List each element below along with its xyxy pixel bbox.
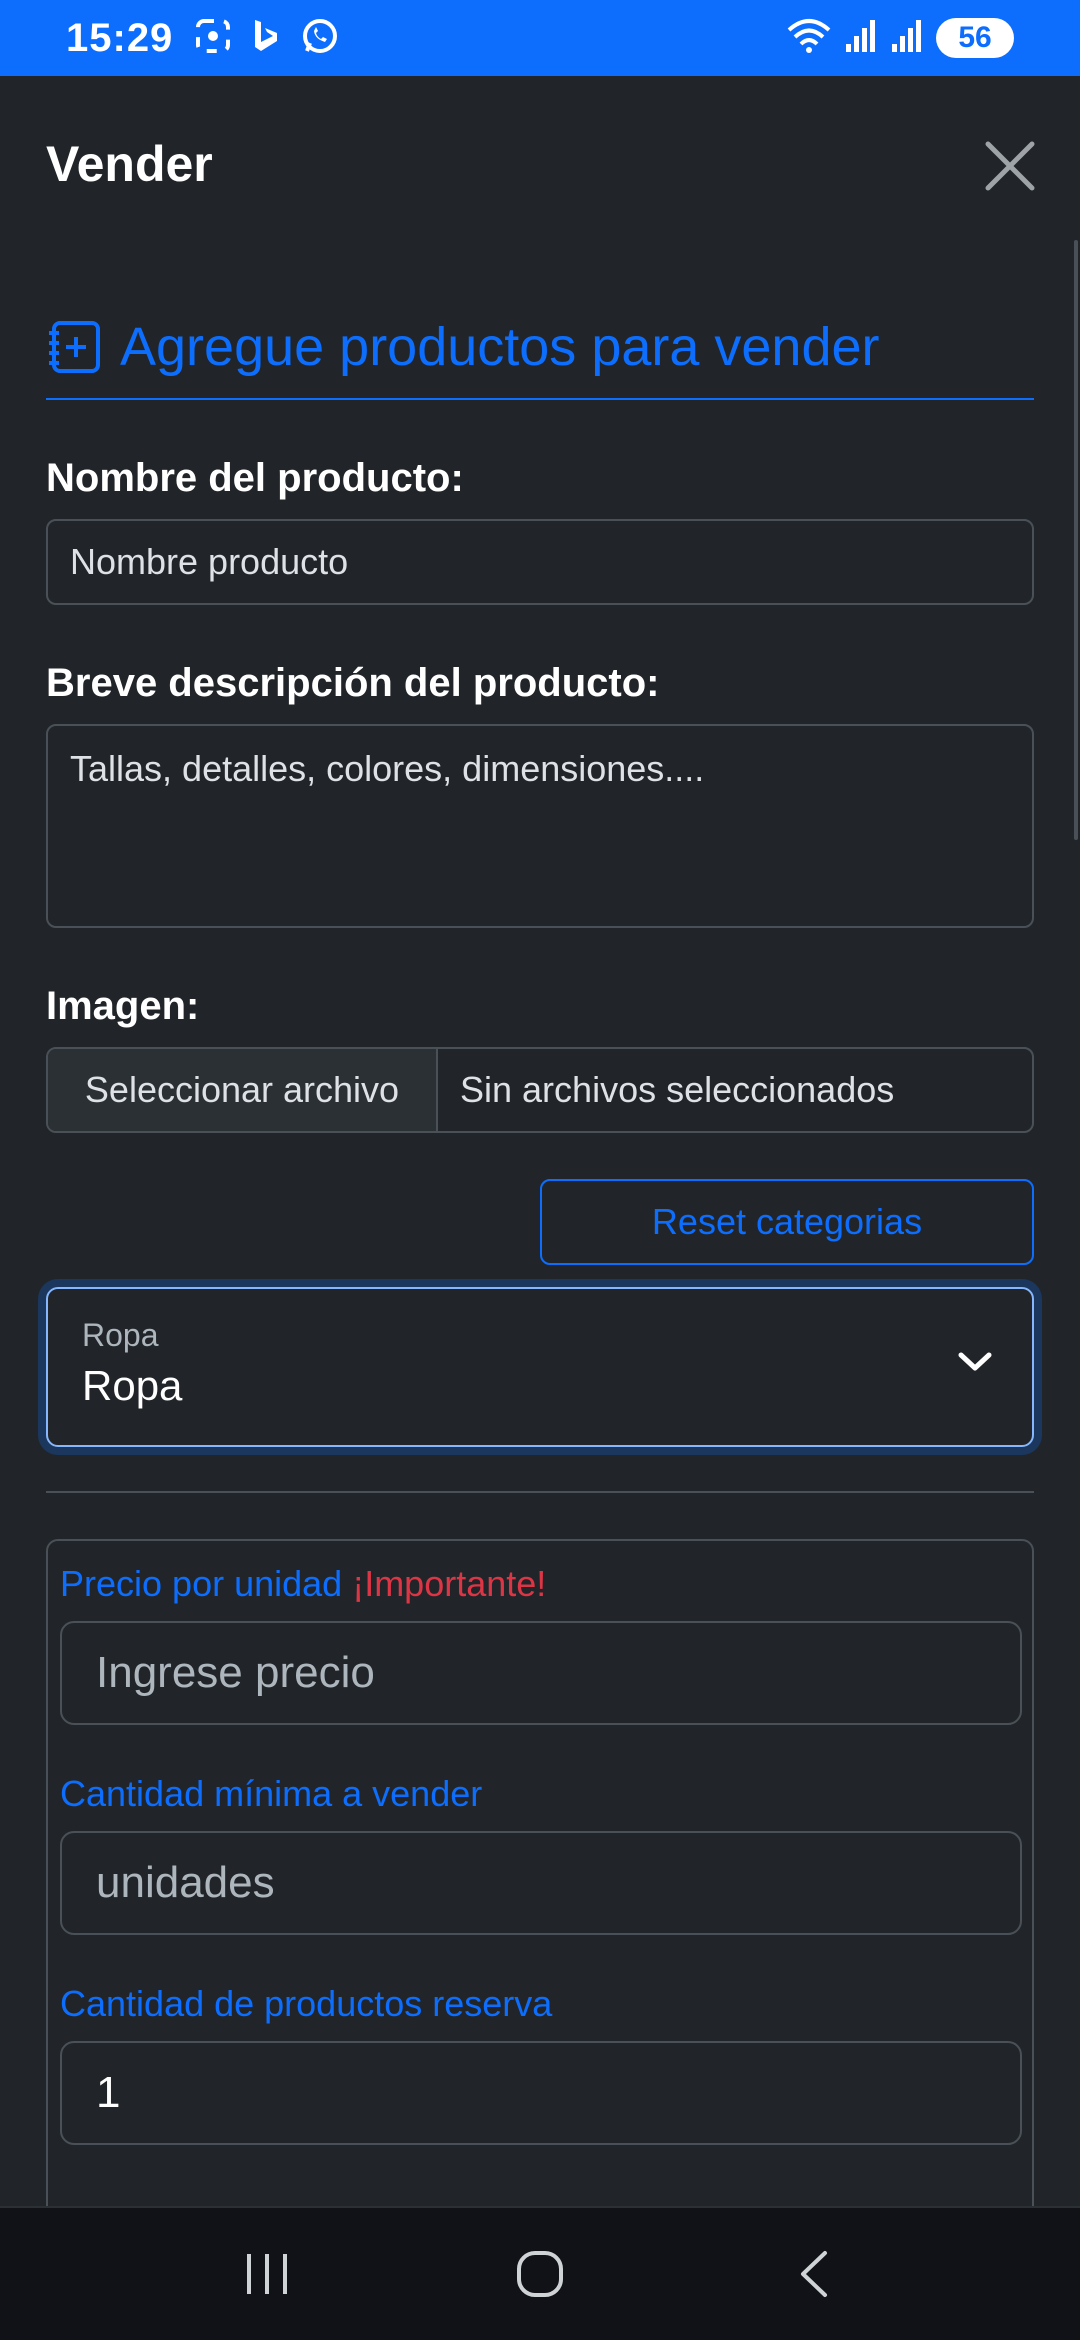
- product-name-label: Nombre del producto:: [46, 456, 464, 500]
- price-placeholder: Ingrese precio: [96, 1648, 375, 1697]
- system-navigation-bar: [0, 2206, 1080, 2340]
- whatsapp-icon: [301, 17, 339, 60]
- close-icon: [985, 141, 1035, 191]
- screenshot-icon: [195, 18, 231, 59]
- page-title: Vender: [46, 136, 213, 192]
- select-file-button[interactable]: Seleccionar archivo: [48, 1049, 438, 1131]
- add-notebook-icon: [46, 319, 102, 375]
- wifi-icon: [786, 16, 832, 61]
- recent-apps-icon: [246, 2254, 287, 2294]
- category-select-label: Ropa: [82, 1317, 159, 1353]
- status-time: 15:29: [66, 15, 174, 60]
- category-select[interactable]: Ropa Ropa: [46, 1287, 1034, 1447]
- bing-icon: [251, 18, 281, 59]
- modal-header: Vender: [0, 76, 1080, 252]
- category-select-value: Ropa: [82, 1362, 183, 1409]
- price-input[interactable]: Ingrese precio: [60, 1621, 1022, 1725]
- signal-icon: [890, 18, 924, 59]
- file-status: Sin archivos seleccionados: [460, 1069, 895, 1110]
- product-name-input[interactable]: Nombre producto: [46, 519, 1034, 605]
- min-quantity-placeholder: unidades: [96, 1858, 275, 1907]
- reset-categories-button[interactable]: Reset categorias: [540, 1179, 1034, 1265]
- back-icon: [801, 2251, 828, 2297]
- battery-level: 56: [958, 21, 992, 54]
- section-title-text: Agregue productos para vender: [120, 317, 880, 377]
- signal-icon: [844, 18, 878, 59]
- recent-apps-button[interactable]: [217, 2234, 317, 2314]
- status-icons-right: 56: [786, 0, 1014, 76]
- price-label: Precio por unidad ¡Importante!: [60, 1563, 1020, 1605]
- reserve-quantity-value: 1: [96, 2068, 121, 2117]
- home-button[interactable]: [490, 2234, 590, 2314]
- min-quantity-label: Cantidad mínima a vender: [60, 1773, 483, 1814]
- product-description-label: Breve descripción del producto:: [46, 661, 660, 705]
- reserve-quantity-label: Cantidad de productos reserva: [60, 1983, 553, 2024]
- price-important-text: ¡Importante!: [352, 1563, 547, 1604]
- chevron-down-icon: [958, 1351, 992, 1378]
- close-button[interactable]: [980, 136, 1040, 196]
- sell-form: Agregue productos para vender Nombre del…: [46, 252, 1034, 2239]
- status-icons-left: [195, 17, 339, 60]
- product-description-textarea[interactable]: Tallas, detalles, colores, dimensiones..…: [46, 724, 1034, 928]
- reserve-quantity-input[interactable]: 1: [60, 2041, 1022, 2145]
- reset-row: Reset categorias: [46, 1179, 1034, 1265]
- status-bar: 15:29 56: [0, 0, 1080, 76]
- image-file-input[interactable]: Seleccionar archivo Sin archivos selecci…: [46, 1047, 1034, 1133]
- product-description-placeholder: Tallas, detalles, colores, dimensiones..…: [70, 748, 705, 789]
- image-label: Imagen:: [46, 984, 200, 1028]
- back-button[interactable]: [763, 2234, 863, 2314]
- pricing-card: Precio por unidad ¡Importante! Ingrese p…: [46, 1539, 1034, 2239]
- divider: [46, 1491, 1034, 1493]
- product-name-placeholder: Nombre producto: [70, 541, 349, 582]
- home-icon: [516, 2251, 563, 2297]
- scrollbar[interactable]: [1074, 240, 1078, 840]
- price-label-text: Precio por unidad: [60, 1563, 343, 1604]
- section-title: Agregue productos para vender: [46, 316, 1034, 400]
- min-quantity-input[interactable]: unidades: [60, 1831, 1022, 1935]
- battery-icon: 56: [936, 18, 1014, 58]
